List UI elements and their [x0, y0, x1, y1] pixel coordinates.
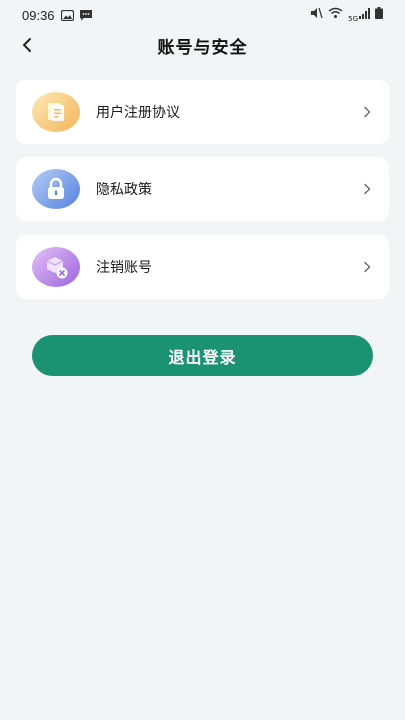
chevron-left-icon: [23, 38, 31, 52]
chevron-right-icon: [361, 181, 373, 197]
status-time: 09:36: [22, 7, 55, 23]
status-bar: 09:36 5G: [0, 0, 405, 30]
back-button[interactable]: [14, 32, 40, 58]
menu-item-cancel-account[interactable]: 注销账号: [16, 235, 389, 299]
status-right: 5G: [310, 7, 383, 23]
menu-item-label: 用户注册协议: [96, 105, 180, 121]
page-title: 账号与安全: [157, 37, 248, 58]
chevron-right-icon: [361, 104, 373, 120]
message-icon: [79, 9, 93, 21]
menu-item-privacy-policy[interactable]: 隐私政策: [16, 157, 389, 221]
chevron-right-icon: [361, 259, 373, 275]
logout-button[interactable]: 退出登录: [32, 335, 373, 376]
network-type-label: 5G: [348, 14, 358, 23]
lock-icon: [32, 169, 80, 209]
wifi-icon: [328, 7, 343, 23]
gallery-icon: [60, 9, 74, 21]
menu-item-label: 隐私政策: [96, 182, 152, 198]
cancel-account-icon: [32, 247, 80, 287]
document-icon: [32, 92, 80, 132]
mute-icon: [310, 7, 323, 23]
menu-item-label: 注销账号: [96, 260, 152, 276]
menu-item-user-agreement[interactable]: 用户注册协议: [16, 80, 389, 144]
battery-icon: [375, 7, 383, 23]
signal-icon: [359, 7, 370, 23]
nav-bar: 账号与安全: [0, 30, 405, 60]
